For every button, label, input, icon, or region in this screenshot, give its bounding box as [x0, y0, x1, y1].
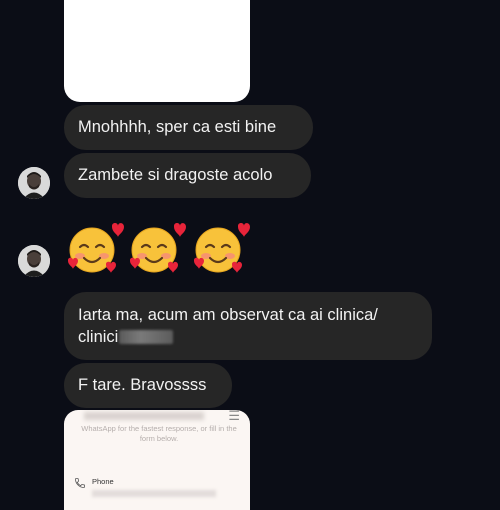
- shared-image-card[interactable]: [64, 0, 250, 102]
- avatar-photo-icon: [18, 245, 50, 277]
- redacted-text: [84, 412, 204, 420]
- smiling-face-with-hearts-icon: [68, 223, 124, 273]
- message-text: F tare. Bravossss: [78, 376, 207, 394]
- shared-website-card[interactable]: ☰ WhatsApp for the fastest response, or …: [64, 410, 250, 510]
- smiling-face-with-hearts-icon: [130, 223, 186, 273]
- hamburger-menu-icon: ☰: [228, 410, 240, 423]
- phone-field-label: Phone: [92, 477, 114, 486]
- avatar-photo-icon: [18, 167, 50, 199]
- avatar[interactable]: [18, 245, 50, 277]
- redacted-text: [92, 490, 216, 497]
- message-text-line: clinici: [78, 326, 418, 348]
- message-bubble[interactable]: Mnohhhh, sper ca esti bine: [64, 105, 313, 150]
- card-instruction-text: WhatsApp for the fastest response, or fi…: [81, 424, 237, 443]
- message-bubble[interactable]: Iarta ma, acum am observat ca ai clinica…: [64, 292, 432, 360]
- phone-icon: [75, 478, 85, 488]
- avatar[interactable]: [18, 167, 50, 199]
- message-text: Zambete si dragoste acolo: [78, 166, 273, 184]
- message-bubble[interactable]: Zambete si dragoste acolo: [64, 153, 311, 198]
- message-text: Mnohhhh, sper ca esti bine: [78, 118, 277, 136]
- smiling-face-with-hearts-icon: [194, 223, 250, 273]
- redacted-text: [119, 330, 174, 344]
- message-bubble[interactable]: F tare. Bravossss: [64, 363, 232, 408]
- message-text-line: Iarta ma, acum am observat ca ai clinica…: [78, 306, 378, 324]
